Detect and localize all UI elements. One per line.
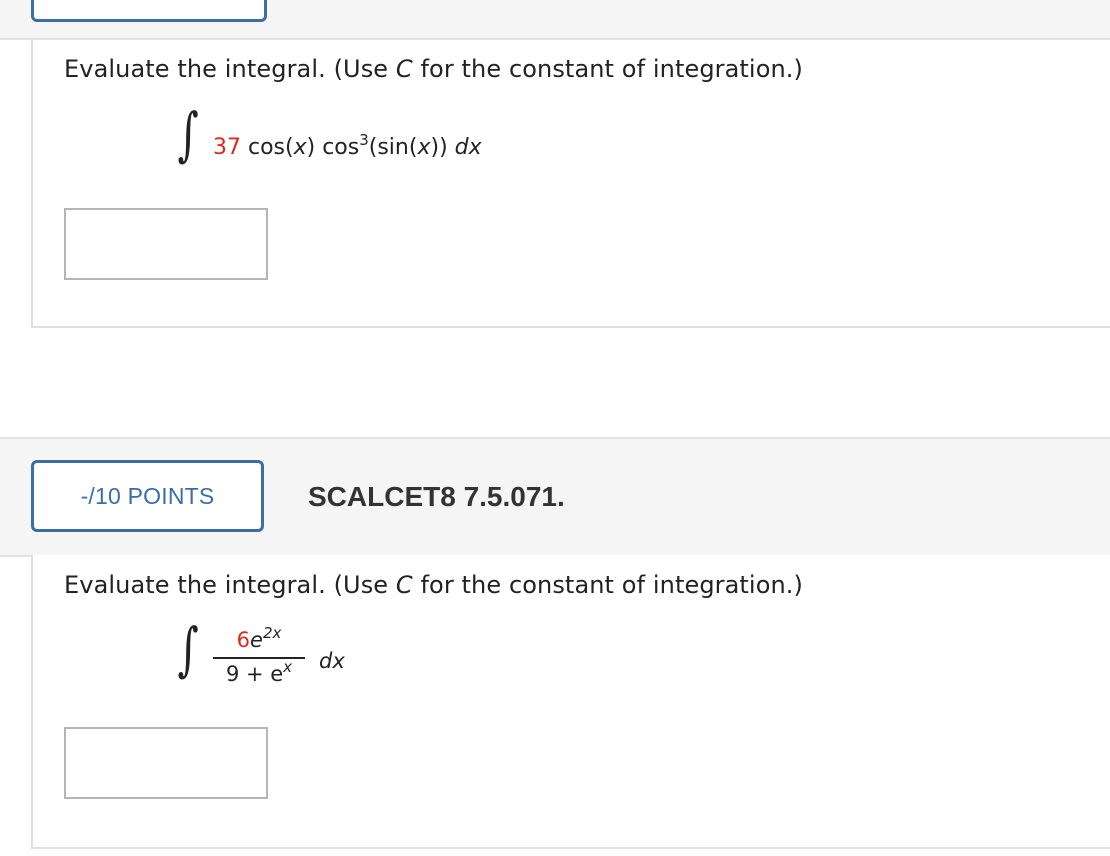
problem-id: SCALCET8 7.5.071. [308, 481, 565, 512]
question-panel-2: Evaluate the integral. (Use C for the co… [31, 555, 1110, 849]
question-panel-1: Evaluate the integral. (Use C for the co… [31, 40, 1110, 328]
question-1-integrand: 37 cos(x) cos3(sin(x)) dx [213, 131, 482, 160]
fraction-numerator: 6e2x [236, 624, 282, 652]
differential: dx [319, 649, 345, 673]
answer-input-1[interactable] [64, 208, 268, 280]
fraction-denominator: 9 + ex [225, 658, 293, 686]
question-2-prompt: Evaluate the integral. (Use C for the co… [64, 571, 803, 599]
question-2-fraction: 6e2x 9 + ex [213, 624, 305, 689]
question-2-header: -/10 POINTS SCALCET8 7.5.071. [0, 437, 1110, 557]
previous-question-header [0, 0, 1110, 40]
question-1-prompt: Evaluate the integral. (Use C for the co… [64, 55, 803, 83]
previous-points-button[interactable] [31, 0, 267, 22]
points-button[interactable]: -/10 POINTS [31, 460, 264, 532]
integral-sign-icon: ∫ [177, 615, 199, 683]
answer-input-2[interactable] [64, 727, 268, 799]
coefficient-value: 37 [213, 135, 241, 160]
integral-sign-icon: ∫ [177, 100, 199, 168]
